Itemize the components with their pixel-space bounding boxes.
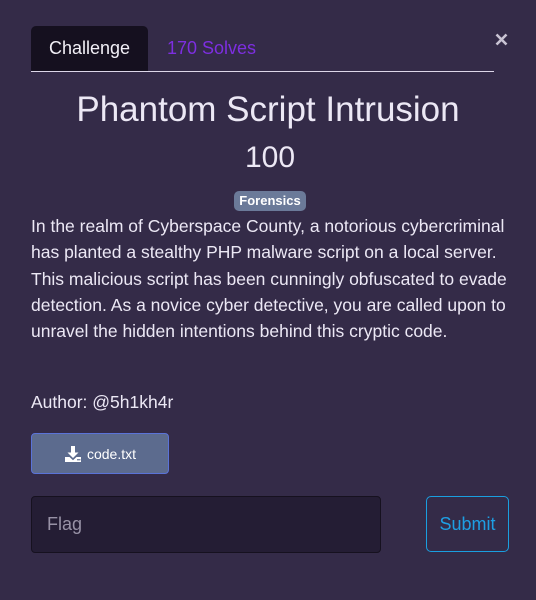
category-badge-wrapper: Forensics [0,191,536,211]
download-icon [64,445,81,462]
challenge-modal: Challenge 170 Solves Phantom Script Intr… [0,0,536,600]
tab-challenge-label: Challenge [48,38,131,58]
challenge-author: Author: @5h1kh4r [31,392,174,412]
tab-bar: Challenge 170 Solves [31,26,494,72]
tab-solves-label: 170 Solves [167,38,257,58]
challenge-description: In the realm of Cyberspace County, a not… [31,216,507,342]
download-file-button[interactable]: code.txt [31,433,169,474]
close-icon [495,33,507,45]
challenge-points: 100 [244,141,296,174]
tab-challenge[interactable]: Challenge [31,26,148,71]
challenge-title: Phantom Script Intrusion [76,90,460,129]
download-file-label: code.txt [86,445,137,462]
tab-solves[interactable]: 170 Solves [167,26,256,71]
category-badge: Forensics [234,191,306,211]
submit-button[interactable]: Submit [426,496,509,552]
flag-input[interactable] [31,496,381,553]
